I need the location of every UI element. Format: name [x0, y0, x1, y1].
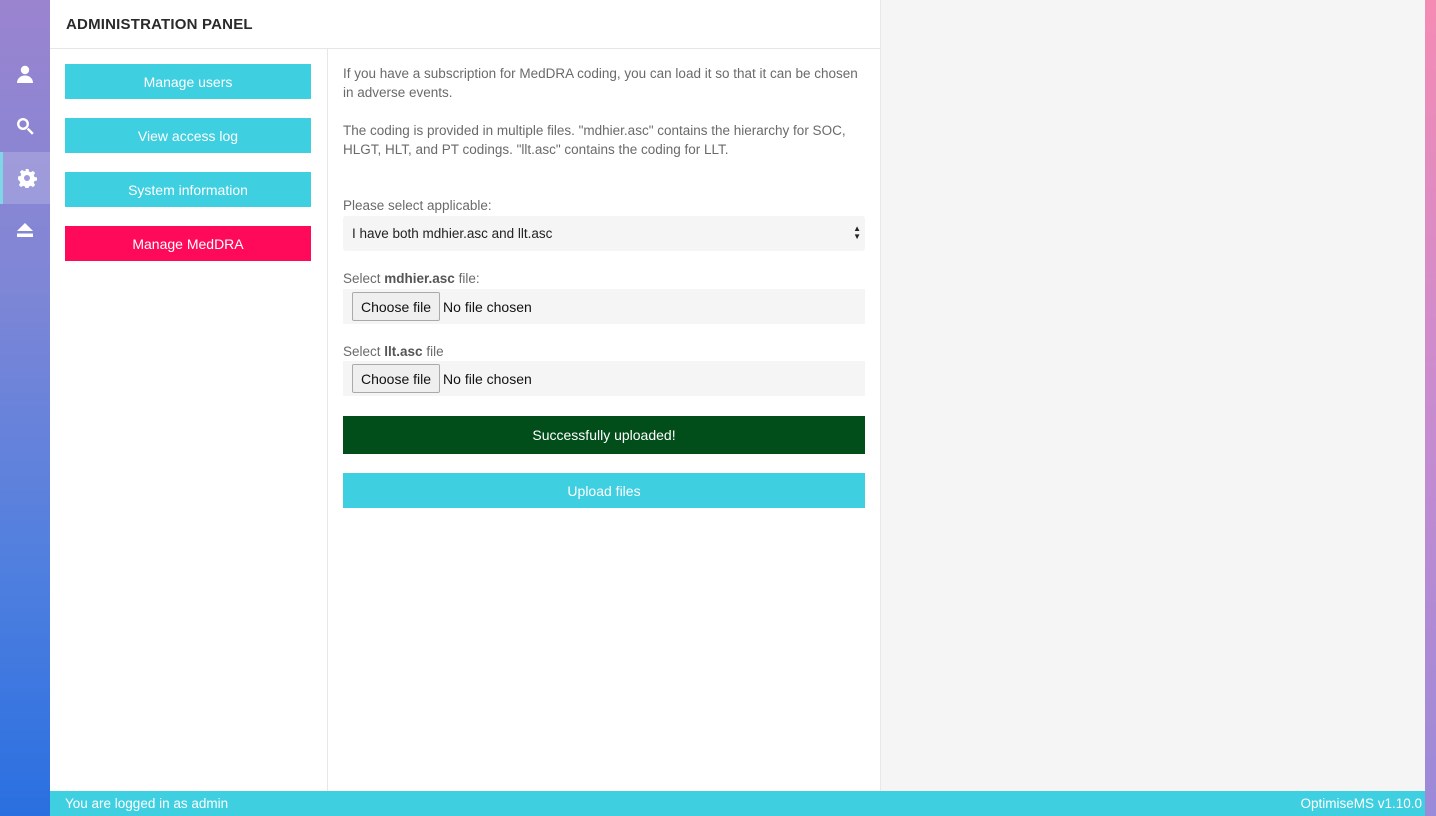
select-value: I have both mdhier.asc and llt.asc: [352, 226, 553, 241]
app-version: OptimiseMS v1.10.0: [1300, 796, 1422, 811]
gear-icon: [17, 169, 37, 188]
admin-menu: Manage users View access log System info…: [50, 49, 328, 791]
llt-file-input: Choose file No file chosen: [343, 361, 865, 396]
user-icon: [17, 65, 33, 83]
rail-item-logout[interactable]: [0, 204, 50, 256]
page-title: ADMINISTRATION PANEL: [50, 0, 880, 49]
select-label: Please select applicable:: [343, 198, 492, 213]
llt-label-prefix: Select: [343, 344, 385, 359]
search-icon: [17, 118, 34, 135]
rail-item-user[interactable]: [0, 48, 50, 100]
mdhier-file-status: No file chosen: [443, 298, 532, 315]
llt-label-suffix: file: [422, 344, 444, 359]
admin-panel: ADMINISTRATION PANEL Manage users View a…: [50, 0, 881, 791]
mdhier-file-label: Select mdhier.asc file:: [343, 271, 480, 286]
intro-text: If you have a subscription for MedDRA co…: [343, 66, 858, 100]
icon-rail: [0, 0, 50, 816]
view-access-log-button[interactable]: View access log: [65, 118, 311, 153]
login-status: You are logged in as admin: [65, 796, 229, 811]
mdhier-filename: mdhier.asc: [384, 271, 455, 286]
llt-choose-file-button[interactable]: Choose file: [352, 364, 441, 393]
mdhier-label-suffix: file:: [454, 271, 480, 286]
upload-files-button[interactable]: Upload files: [343, 473, 865, 508]
eject-icon: [17, 223, 33, 237]
rail-item-search[interactable]: [0, 100, 50, 152]
llt-file-status: No file chosen: [443, 370, 532, 387]
llt-filename: llt.asc: [384, 344, 423, 359]
status-bar: You are logged in as admin OptimiseMS v1…: [50, 791, 1425, 816]
rail-item-settings[interactable]: [0, 152, 50, 204]
mdhier-label-prefix: Select: [343, 271, 385, 286]
applicable-select[interactable]: I have both mdhier.asc and llt.asc ▲ ▼: [343, 216, 865, 251]
llt-file-label: Select llt.asc file: [343, 344, 444, 359]
select-arrows-icon: ▲ ▼: [853, 224, 861, 241]
success-message: Successfully uploaded!: [343, 416, 865, 454]
system-information-button[interactable]: System information: [65, 172, 311, 207]
mdhier-file-input: Choose file No file chosen: [343, 289, 865, 324]
mdhier-choose-file-button[interactable]: Choose file: [352, 292, 441, 321]
manage-meddra-button[interactable]: Manage MedDRA: [65, 226, 311, 261]
coding-note: The coding is provided in multiple files…: [343, 123, 846, 157]
right-gradient-strip: [1425, 0, 1436, 816]
manage-users-button[interactable]: Manage users: [65, 64, 311, 99]
